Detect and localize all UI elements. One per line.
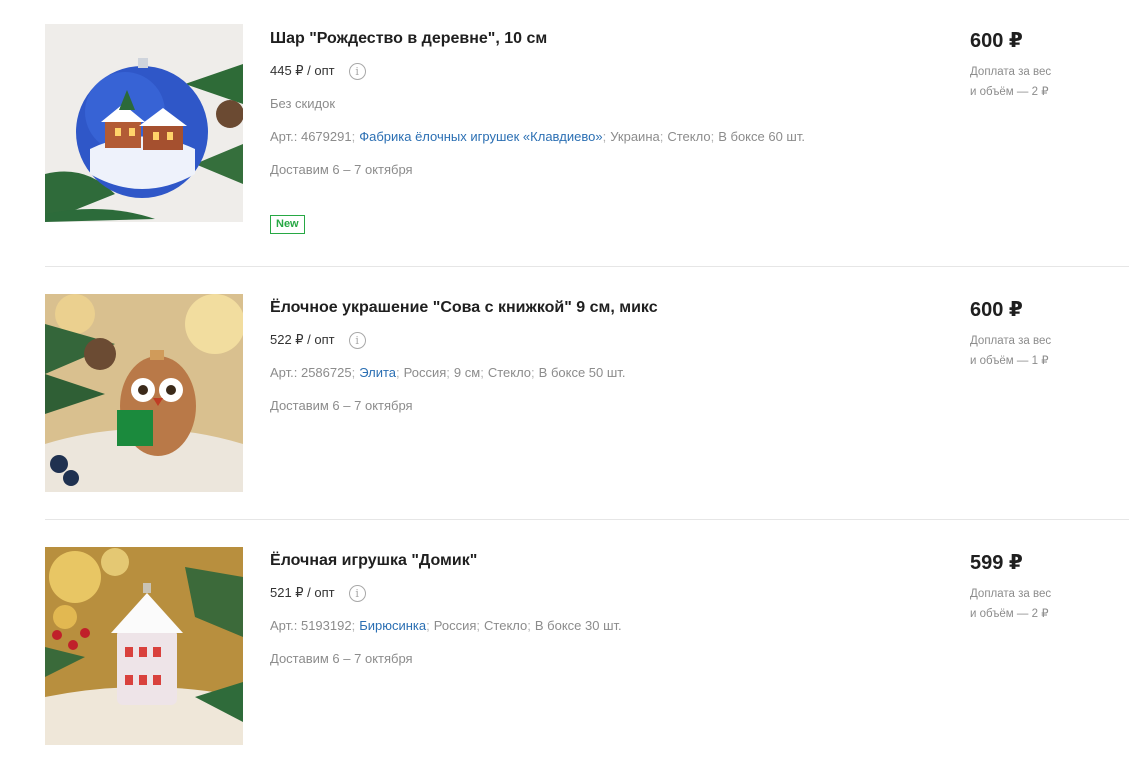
- price-column: 600 ₽ Доплата за вес и объём — 2 ₽: [970, 28, 1110, 102]
- price: 600 ₽: [970, 299, 1023, 321]
- product-title[interactable]: Ёлочная игрушка "Домик": [270, 550, 920, 572]
- price: 599 ₽: [970, 552, 1023, 574]
- separator: ;: [480, 365, 484, 380]
- attr-country: Россия: [403, 365, 447, 380]
- separator: ;: [351, 129, 356, 144]
- opt-price-row: 445 ₽ / опт i: [270, 61, 920, 81]
- surcharge-line: и объём — 1 ₽: [970, 355, 1049, 367]
- surcharge-line: Доплата за вес: [970, 66, 1052, 78]
- attr-country: Россия: [433, 618, 477, 633]
- surcharge-note: Доплата за вес и объём — 1 ₽: [970, 331, 1070, 371]
- surcharge-line: и объём — 2 ₽: [970, 608, 1049, 620]
- surcharge-line: Доплата за вес: [970, 335, 1052, 347]
- sku: Арт.: 4679291: [270, 129, 352, 144]
- product-card: Ёлочная игрушка "Домик" 521 ₽ / опт i Ар…: [45, 520, 1129, 772]
- separator: ;: [527, 618, 531, 633]
- separator: ;: [351, 365, 356, 380]
- opt-price-row: 521 ₽ / опт i: [270, 583, 920, 603]
- surcharge-line: Доплата за вес: [970, 588, 1052, 600]
- separator: ;: [602, 129, 607, 144]
- info-icon[interactable]: i: [348, 62, 366, 80]
- product-list: Шар "Рождество в деревне", 10 см 445 ₽ /…: [45, 0, 1129, 772]
- price-column: 599 ₽ Доплата за вес и объём — 2 ₽: [970, 550, 1110, 624]
- price-column: 600 ₽ Доплата за вес и объём — 1 ₽: [970, 297, 1110, 371]
- attr-box: В боксе 30 шт.: [534, 618, 622, 633]
- opt-price: 445 ₽ / опт: [270, 63, 335, 78]
- product-info: Ёлочное украшение "Сова с книжкой" 9 см,…: [270, 297, 920, 429]
- product-image-owl[interactable]: [45, 294, 243, 492]
- info-icon[interactable]: i: [348, 331, 366, 349]
- surcharge-note: Доплата за вес и объём — 2 ₽: [970, 62, 1070, 102]
- attr-box: В боксе 50 шт.: [538, 365, 626, 380]
- separator: ;: [426, 618, 430, 633]
- product-image-house[interactable]: [45, 547, 243, 745]
- delivery-date: Доставим 6 – 7 октября: [270, 398, 413, 413]
- attr-box: В боксе 60 шт.: [718, 129, 805, 144]
- brand-link[interactable]: Бирюсинка: [359, 618, 426, 633]
- product-card: Ёлочное украшение "Сова с книжкой" 9 см,…: [45, 267, 1129, 520]
- delivery-date: Доставим 6 – 7 октября: [270, 162, 413, 177]
- new-badge: New: [270, 215, 305, 234]
- separator: ;: [476, 618, 481, 633]
- discount-note: Без скидок: [270, 96, 335, 111]
- separator: ;: [710, 129, 715, 144]
- price: 600 ₽: [970, 30, 1023, 52]
- surcharge-note: Доплата за вес и объём — 2 ₽: [970, 584, 1070, 624]
- delivery-date: Доставим 6 – 7 октября: [270, 651, 413, 666]
- product-meta: Арт.: 4679291; Фабрика ёлочных игрушек «К…: [270, 127, 920, 147]
- attr-material: Стекло: [487, 365, 532, 380]
- product-title[interactable]: Шар "Рождество в деревне", 10 см: [270, 28, 920, 50]
- info-icon[interactable]: i: [348, 584, 366, 602]
- separator: ;: [659, 129, 664, 144]
- brand-link[interactable]: Фабрика ёлочных игрушек «Клавдиево»: [359, 129, 602, 144]
- product-info: Шар "Рождество в деревне", 10 см 445 ₽ /…: [270, 28, 920, 234]
- separator: ;: [351, 618, 356, 633]
- opt-price: 522 ₽ / опт: [270, 332, 335, 347]
- product-info: Ёлочная игрушка "Домик" 521 ₽ / опт i Ар…: [270, 550, 920, 682]
- separator: ;: [446, 365, 450, 380]
- sku: Арт.: 5193192: [270, 618, 352, 633]
- brand-link[interactable]: Элита: [359, 365, 396, 380]
- attr-material: Стекло: [484, 618, 528, 633]
- attr-size: 9 см: [453, 365, 481, 380]
- product-card: Шар "Рождество в деревне", 10 см 445 ₽ /…: [45, 0, 1129, 267]
- opt-price-row: 522 ₽ / опт i: [270, 330, 920, 350]
- product-title[interactable]: Ёлочное украшение "Сова с книжкой" 9 см,…: [270, 297, 920, 319]
- attr-country: Украина: [610, 129, 660, 144]
- separator: ;: [396, 365, 400, 380]
- product-meta: Арт.: 5193192; Бирюсинка; Россия; Стекло; В …: [270, 616, 920, 636]
- opt-price: 521 ₽ / опт: [270, 585, 335, 600]
- surcharge-line: и объём — 2 ₽: [970, 86, 1049, 98]
- product-image-ball[interactable]: [45, 24, 243, 222]
- separator: ;: [531, 365, 535, 380]
- product-meta: Арт.: 2586725; Элита; Россия; 9 см; Стекло; В…: [270, 363, 920, 383]
- attr-material: Стекло: [667, 129, 711, 144]
- sku: Арт.: 2586725: [270, 365, 352, 380]
